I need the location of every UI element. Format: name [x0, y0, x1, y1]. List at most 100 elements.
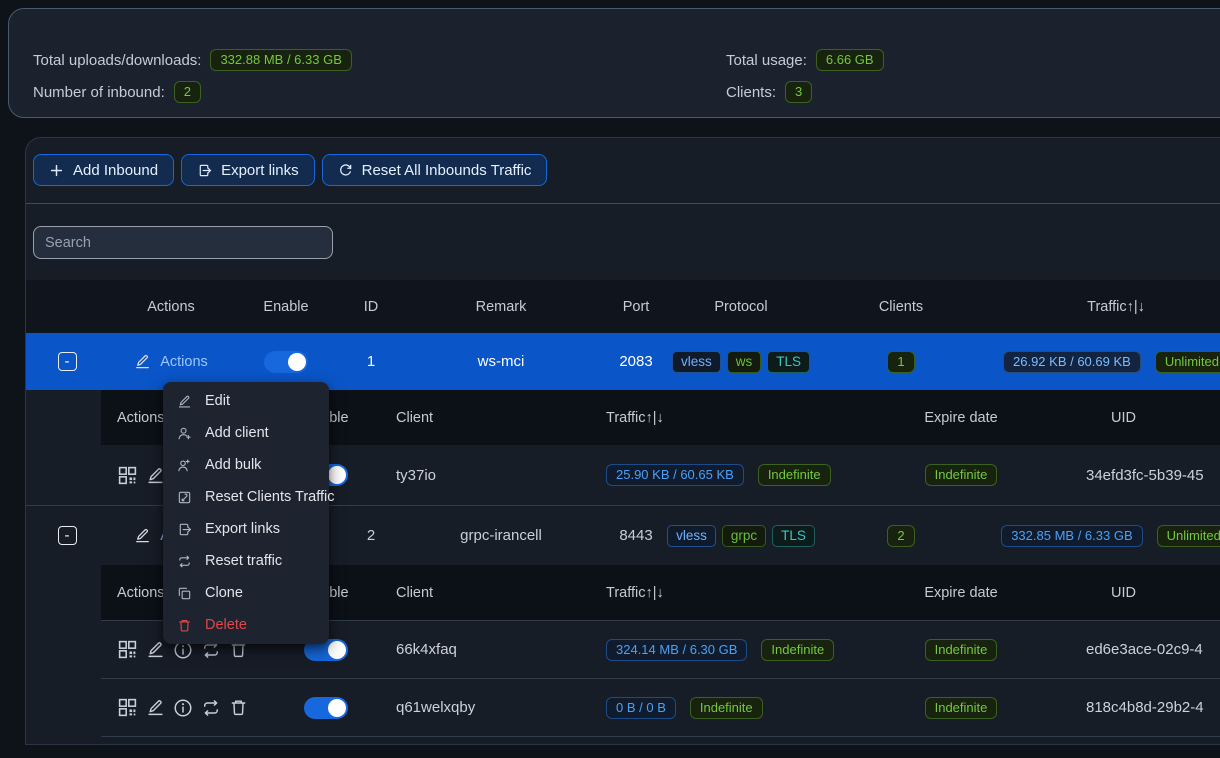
- edit-client-icon[interactable]: [146, 698, 165, 717]
- qrcode-icon[interactable]: [117, 465, 138, 486]
- export-icon: [197, 163, 212, 178]
- traffic-limit-badge: Unlimited: [1157, 525, 1220, 547]
- transport-tag: ws: [727, 351, 762, 373]
- menu-item-label: Reset traffic: [205, 553, 282, 569]
- client-total-badge: Indefinite: [761, 639, 834, 661]
- client-expire-badge: Indefinite: [925, 639, 998, 661]
- header-enable: Enable: [241, 299, 331, 315]
- clients-header-traffic-sort[interactable]: Traffic↑|↓: [596, 410, 866, 426]
- stat-usage-label: Total usage:: [726, 52, 807, 69]
- client-total-badge: Indefinite: [690, 697, 763, 719]
- stat-inbound-label: Number of inbound:: [33, 84, 165, 101]
- header-remark: Remark: [411, 299, 591, 315]
- menu-item-label: Add client: [205, 425, 269, 441]
- search-input[interactable]: [33, 226, 333, 259]
- inbound-id: 1: [331, 353, 411, 370]
- stat-uploads: Total uploads/downloads: 332.88 MB / 6.3…: [33, 48, 352, 72]
- menu-item-label: Edit: [205, 393, 230, 409]
- enable-switch[interactable]: [264, 351, 308, 373]
- header-clients: Clients: [801, 299, 1001, 315]
- header-traffic-sort[interactable]: Traffic↑|↓: [1001, 299, 1220, 315]
- stat-uploads-label: Total uploads/downloads:: [33, 52, 201, 69]
- collapse-row-button[interactable]: -: [58, 526, 77, 545]
- header-protocol: Protocol: [681, 299, 801, 315]
- client-name: ty37io: [366, 467, 596, 484]
- protocol-tag: vless: [667, 525, 716, 547]
- client-expire-badge: Indefinite: [925, 697, 998, 719]
- clients-header-traffic-sort[interactable]: Traffic↑|↓: [596, 585, 866, 601]
- inbounds-page: Total uploads/downloads: 332.88 MB / 6.3…: [0, 0, 1220, 758]
- export-links-button[interactable]: Export links: [181, 154, 315, 186]
- edit-pen-icon: [177, 394, 192, 409]
- client-uid: ed6e3ace-02c9-4: [1056, 641, 1220, 658]
- header-id: ID: [331, 299, 411, 315]
- client-uid: 34efd3fc-5b39-45: [1056, 467, 1220, 484]
- header-actions: Actions: [101, 299, 241, 315]
- menu-item-reset-traffic[interactable]: Reset traffic: [167, 545, 325, 577]
- menu-item-add-client[interactable]: Add client: [167, 417, 325, 449]
- menu-item-label: Reset Clients Traffic: [205, 489, 334, 505]
- menu-item-export-links[interactable]: Export links: [167, 513, 325, 545]
- inbound-remark: grpc-irancell: [411, 527, 591, 544]
- menu-item-label: Delete: [205, 617, 247, 633]
- reset-all-traffic-button[interactable]: Reset All Inbounds Traffic: [322, 154, 548, 186]
- plus-icon: [49, 163, 64, 178]
- edit-pen-icon: [134, 527, 151, 544]
- reset-client-traffic-icon[interactable]: [201, 698, 221, 718]
- client-row: q61welxqby 0 B / 0 B Indefinite Indefini…: [101, 678, 1220, 737]
- row-actions-dropdown-trigger[interactable]: Actions: [134, 353, 208, 370]
- traffic-limit-badge: Unlimited: [1155, 351, 1220, 373]
- client-name: q61welxqby: [366, 699, 596, 716]
- clone-icon: [177, 586, 192, 601]
- inbound-remark: ws-mci: [411, 353, 591, 370]
- qrcode-icon[interactable]: [117, 697, 138, 718]
- traffic-badge: 26.92 KB / 60.69 KB: [1003, 351, 1141, 373]
- trash-icon: [177, 618, 192, 633]
- search-box: [33, 226, 333, 259]
- edit-pen-icon: [134, 353, 151, 370]
- reload-icon: [338, 163, 353, 178]
- reset-all-traffic-label: Reset All Inbounds Traffic: [362, 162, 532, 179]
- clients-count-badge: 2: [887, 525, 914, 547]
- user-add-icon: [177, 426, 192, 441]
- client-name: 66k4xfaq: [366, 641, 596, 658]
- menu-item-delete[interactable]: Delete: [167, 609, 325, 641]
- client-traffic-badge: 25.90 KB / 60.65 KB: [606, 464, 744, 486]
- collapse-row-button[interactable]: -: [58, 352, 77, 371]
- swap-arrows-icon: [177, 554, 192, 569]
- traffic-badge: 332.85 MB / 6.33 GB: [1001, 525, 1142, 547]
- clients-header-expire: Expire date: [866, 410, 1056, 426]
- menu-item-label: Clone: [205, 585, 243, 601]
- protocol-tag: vless: [672, 351, 721, 373]
- stat-clients: Clients: 3: [726, 80, 812, 104]
- stat-clients-value: 3: [785, 81, 812, 103]
- delete-client-icon[interactable]: [229, 698, 248, 717]
- row-actions-label: Actions: [160, 354, 208, 370]
- menu-item-add-bulk[interactable]: Add bulk: [167, 449, 325, 481]
- clients-count-badge: 1: [887, 351, 914, 373]
- add-inbound-label: Add Inbound: [73, 162, 158, 179]
- clients-header-uid: UID: [1056, 585, 1220, 601]
- inbound-port: 2083: [591, 353, 681, 370]
- menu-item-label: Add bulk: [205, 457, 261, 473]
- menu-item-edit[interactable]: Edit: [167, 385, 325, 417]
- clients-header-uid: UID: [1056, 410, 1220, 426]
- edit-client-icon[interactable]: [146, 640, 165, 659]
- inbound-id: 2: [331, 527, 411, 544]
- transport-tag: grpc: [722, 525, 766, 547]
- menu-item-clone[interactable]: Clone: [167, 577, 325, 609]
- client-enable-switch[interactable]: [304, 697, 348, 719]
- qrcode-icon[interactable]: [117, 639, 138, 660]
- client-expire-badge: Indefinite: [925, 464, 998, 486]
- client-uid: 818c4b8d-29b2-4: [1056, 699, 1220, 716]
- client-total-badge: Indefinite: [758, 464, 831, 486]
- row-actions-menu: Edit Add client Add bulk Reset Clients T…: [163, 382, 329, 644]
- clients-header-client: Client: [366, 410, 596, 426]
- stat-clients-label: Clients:: [726, 84, 776, 101]
- header-port: Port: [591, 299, 681, 315]
- menu-item-reset-clients-traffic[interactable]: Reset Clients Traffic: [167, 481, 325, 513]
- clients-header-expire: Expire date: [866, 585, 1056, 601]
- stat-inbound-value: 2: [174, 81, 201, 103]
- add-inbound-button[interactable]: Add Inbound: [33, 154, 174, 186]
- info-icon[interactable]: [173, 698, 193, 718]
